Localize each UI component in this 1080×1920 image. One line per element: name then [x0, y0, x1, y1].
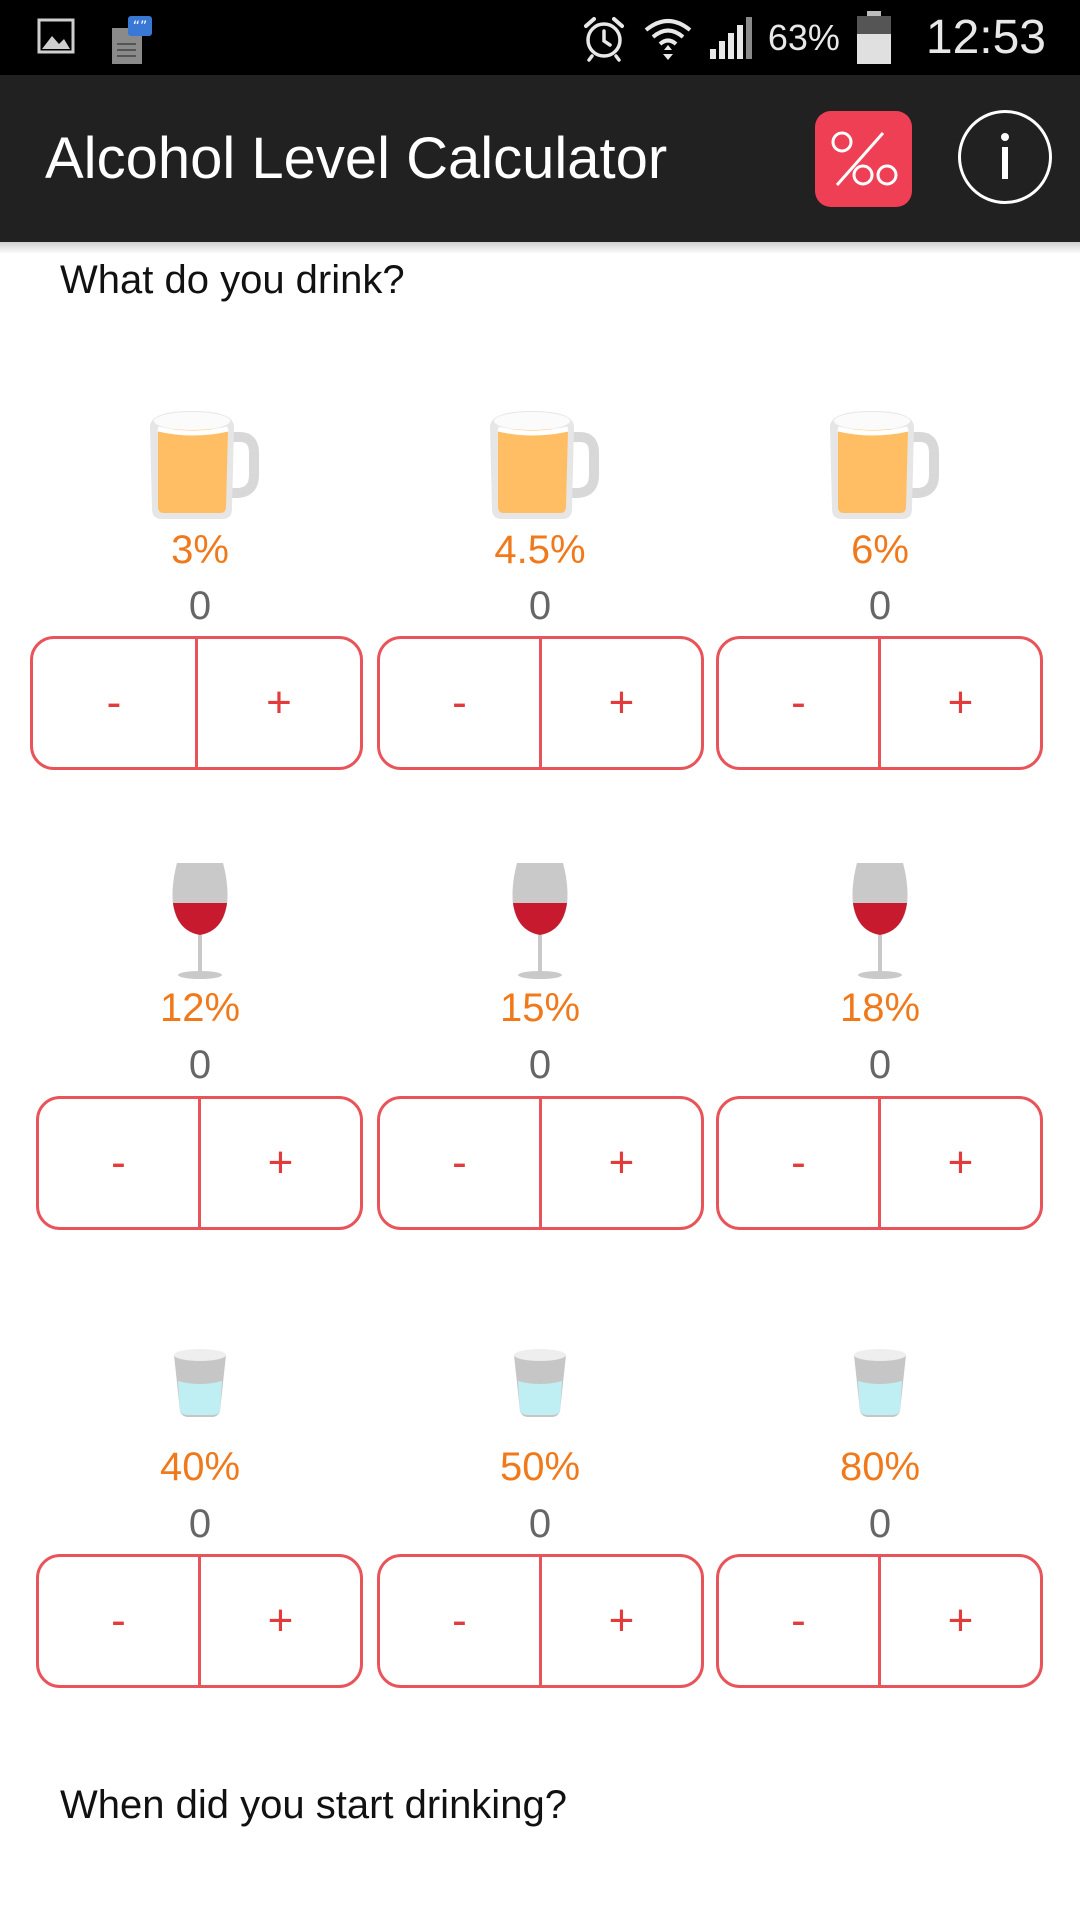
signal-icon: [708, 15, 754, 61]
increment-button[interactable]: +: [542, 1557, 701, 1685]
drink-alcohol-percent: 15%: [499, 986, 581, 1030]
drink-quantity-stepper: - +: [377, 1554, 704, 1688]
drink-quantity-stepper: - +: [30, 636, 363, 770]
alarm-icon: [580, 14, 628, 62]
drink-alcohol-percent: 50%: [499, 1445, 581, 1489]
drink-count: 0: [528, 1502, 552, 1546]
increment-button[interactable]: +: [542, 639, 701, 767]
drink-count: 0: [188, 1502, 212, 1546]
drink-alcohol-percent: 4.5%: [494, 528, 586, 572]
info-button[interactable]: [958, 110, 1052, 204]
drink-alcohol-percent: 3%: [171, 528, 229, 572]
decrement-button[interactable]: -: [719, 1099, 881, 1227]
decrement-button[interactable]: -: [33, 639, 198, 767]
decrement-button[interactable]: -: [39, 1557, 201, 1685]
decrement-button[interactable]: -: [380, 639, 542, 767]
shot-glass-icon: [850, 1345, 910, 1419]
drink-alcohol-percent: 12%: [159, 986, 241, 1030]
drinks-section-heading: What do you drink?: [60, 258, 405, 302]
drink-quantity-stepper: - +: [36, 1554, 363, 1688]
increment-button[interactable]: +: [881, 639, 1040, 767]
wine-glass-icon: [845, 859, 915, 983]
drink-quantity-stepper: - +: [716, 636, 1043, 770]
beer-mug-icon: [480, 401, 600, 521]
drink-count: 0: [188, 584, 212, 628]
wifi-icon: [642, 14, 694, 62]
start-time-section-heading: When did you start drinking?: [60, 1783, 567, 1827]
drink-quantity-stepper: - +: [716, 1096, 1043, 1230]
drink-alcohol-percent: 40%: [159, 1445, 241, 1489]
drink-alcohol-percent: 80%: [839, 1445, 921, 1489]
decrement-button[interactable]: -: [719, 639, 881, 767]
app-bar-shadow: [0, 242, 1080, 254]
clock: 12:53: [925, 11, 1046, 64]
app-bar: Alcohol Level Calculator: [0, 75, 1080, 242]
drink-count: 0: [528, 584, 552, 628]
decrement-button[interactable]: -: [39, 1099, 201, 1227]
beer-mug-icon: [140, 401, 260, 521]
app-title: Alcohol Level Calculator: [45, 126, 668, 191]
increment-button[interactable]: +: [542, 1099, 701, 1227]
battery-icon: [854, 10, 894, 66]
increment-button[interactable]: +: [201, 1099, 360, 1227]
increment-button[interactable]: +: [198, 639, 360, 767]
increment-button[interactable]: +: [881, 1557, 1040, 1685]
drink-count: 0: [868, 1043, 892, 1087]
per-mille-icon: [831, 131, 898, 186]
drink-alcohol-percent: 6%: [851, 528, 909, 572]
shot-glass-icon: [510, 1345, 570, 1419]
status-bar: “” 63% 12:53: [0, 0, 1080, 75]
drink-count: 0: [528, 1043, 552, 1087]
drink-count: 0: [188, 1043, 212, 1087]
drink-count: 0: [868, 584, 892, 628]
promille-button[interactable]: [815, 111, 912, 207]
increment-button[interactable]: +: [201, 1557, 360, 1685]
drink-count: 0: [868, 1502, 892, 1546]
wine-glass-icon: [165, 859, 235, 983]
decrement-button[interactable]: -: [719, 1557, 881, 1685]
beer-mug-icon: [820, 401, 940, 521]
drink-quantity-stepper: - +: [377, 1096, 704, 1230]
info-icon: [1001, 133, 1009, 179]
gallery-notification-icon: [36, 16, 76, 66]
svg-text:“”: “”: [133, 19, 148, 35]
drink-alcohol-percent: 18%: [839, 986, 921, 1030]
increment-button[interactable]: +: [881, 1099, 1040, 1227]
decrement-button[interactable]: -: [380, 1099, 542, 1227]
messaging-notification-icon: “”: [108, 16, 154, 66]
drink-quantity-stepper: - +: [716, 1554, 1043, 1688]
drink-quantity-stepper: - +: [377, 636, 704, 770]
decrement-button[interactable]: -: [380, 1557, 542, 1685]
shot-glass-icon: [170, 1345, 230, 1419]
drink-quantity-stepper: - +: [36, 1096, 363, 1230]
wine-glass-icon: [505, 859, 575, 983]
battery-percentage: 63%: [767, 16, 840, 58]
